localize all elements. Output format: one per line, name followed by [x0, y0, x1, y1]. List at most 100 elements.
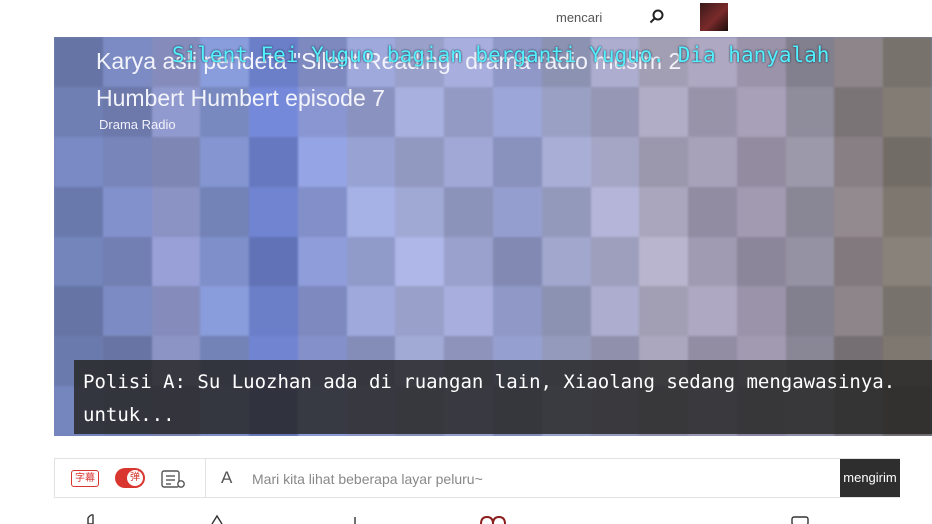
mosaic-tile — [541, 136, 591, 187]
mosaic-tile — [102, 136, 152, 187]
subtitle-line-1: Polisi A: Su Luozhan ada di ruangan lain… — [83, 371, 896, 393]
divider — [205, 459, 206, 497]
search-icon[interactable] — [648, 8, 666, 26]
avatar[interactable] — [700, 3, 728, 31]
report-icon[interactable] — [790, 514, 810, 524]
danmaku-toggle[interactable]: 弹 — [115, 468, 145, 488]
danmaku-input[interactable] — [250, 460, 834, 498]
mosaic-tile — [54, 186, 103, 237]
mosaic-tile — [639, 286, 689, 337]
mosaic-tile — [200, 286, 250, 337]
danmaku-settings-icon[interactable] — [161, 469, 187, 489]
mosaic-tile — [200, 186, 250, 237]
mosaic-tile — [395, 236, 445, 287]
mosaic-tile — [444, 236, 493, 287]
send-button[interactable]: mengirim — [840, 459, 900, 497]
mosaic-tile — [883, 136, 932, 187]
mosaic-tile — [541, 286, 591, 337]
mosaic-tile — [834, 286, 884, 337]
mosaic-tile — [493, 186, 542, 237]
favorite-icon[interactable] — [348, 514, 362, 524]
mosaic-tile — [346, 186, 396, 237]
mosaic-tile — [736, 86, 786, 137]
subtitle-toggle-button[interactable]: 字幕 — [71, 470, 99, 487]
mosaic-tile — [883, 236, 932, 287]
mosaic-tile — [688, 186, 737, 237]
font-style-icon[interactable]: A — [221, 468, 232, 488]
top-bar: mencari — [0, 0, 932, 37]
mosaic-tile — [785, 136, 835, 187]
mosaic-tile — [102, 236, 152, 287]
like-icon[interactable] — [84, 514, 98, 524]
video-player[interactable]: Karya asli pendeta "Silent Reading" dram… — [54, 37, 932, 436]
mosaic-tile — [151, 286, 201, 337]
mosaic-tile — [541, 186, 591, 237]
mosaic-tile — [444, 186, 493, 237]
search-label[interactable]: mencari — [556, 10, 602, 25]
mosaic-tile — [54, 236, 103, 287]
mosaic-tile — [639, 136, 689, 187]
mosaic-tile — [297, 286, 347, 337]
mosaic-tile — [541, 236, 591, 287]
mosaic-tile — [639, 186, 689, 237]
mosaic-tile — [834, 236, 884, 287]
mosaic-tile — [883, 37, 932, 87]
danmaku-bar: 字幕 弹 A mengirim — [54, 458, 900, 498]
danmaku-comment: Silent Fei Yuguo bagian berganti Yuguo. … — [172, 43, 830, 67]
mosaic-tile — [346, 136, 396, 187]
mosaic-tile — [297, 186, 347, 237]
mosaic-tile — [249, 186, 298, 237]
mosaic-tile — [346, 286, 396, 337]
mosaic-tile — [395, 186, 445, 237]
mosaic-tile — [102, 186, 152, 237]
mosaic-tile — [736, 286, 786, 337]
subtitle-line-2: untuk... — [83, 404, 175, 426]
mosaic-tile — [249, 236, 298, 287]
mosaic-tile — [297, 136, 347, 187]
mosaic-tile — [590, 236, 640, 287]
mosaic-tile — [688, 286, 737, 337]
mosaic-tile — [444, 136, 493, 187]
mosaic-tile — [785, 236, 835, 287]
mosaic-tile — [736, 136, 786, 187]
subtitle-box: Polisi A: Su Luozhan ada di ruangan lain… — [74, 360, 932, 434]
mosaic-tile — [493, 236, 542, 287]
mosaic-tile — [590, 186, 640, 237]
coin-icon[interactable] — [210, 514, 224, 524]
mosaic-tile — [346, 236, 396, 287]
mosaic-tile — [590, 136, 640, 187]
mosaic-tile — [639, 236, 689, 287]
mosaic-tile — [54, 136, 103, 187]
mosaic-tile — [151, 186, 201, 237]
mosaic-tile — [688, 136, 737, 187]
mosaic-tile — [883, 286, 932, 337]
mosaic-tile — [54, 286, 103, 337]
mosaic-tile — [151, 236, 201, 287]
mosaic-tile — [395, 286, 445, 337]
share-icon[interactable] — [478, 514, 508, 524]
mosaic-tile — [297, 236, 347, 287]
mosaic-tile — [200, 136, 250, 187]
mosaic-tile — [444, 286, 493, 337]
mosaic-tile — [249, 136, 298, 187]
mosaic-tile — [883, 186, 932, 237]
mosaic-tile — [785, 286, 835, 337]
mosaic-tile — [493, 136, 542, 187]
bottom-toolbar — [0, 514, 932, 524]
mosaic-tile — [834, 86, 884, 137]
mosaic-tile — [590, 286, 640, 337]
mosaic-tile — [688, 236, 737, 287]
mosaic-tile — [834, 37, 884, 87]
danmaku-toggle-knob: 弹 — [126, 469, 144, 487]
mosaic-tile — [785, 86, 835, 137]
mosaic-tile — [736, 236, 786, 287]
mosaic-tile — [883, 86, 932, 137]
mosaic-tile — [736, 186, 786, 237]
mosaic-tile — [493, 286, 542, 337]
mosaic-tile — [834, 186, 884, 237]
mosaic-tile — [785, 186, 835, 237]
mosaic-tile — [249, 286, 298, 337]
mosaic-tile — [834, 136, 884, 187]
subtitle-text: Polisi A: Su Luozhan ada di ruangan lain… — [83, 366, 932, 432]
mosaic-tile — [395, 136, 445, 187]
